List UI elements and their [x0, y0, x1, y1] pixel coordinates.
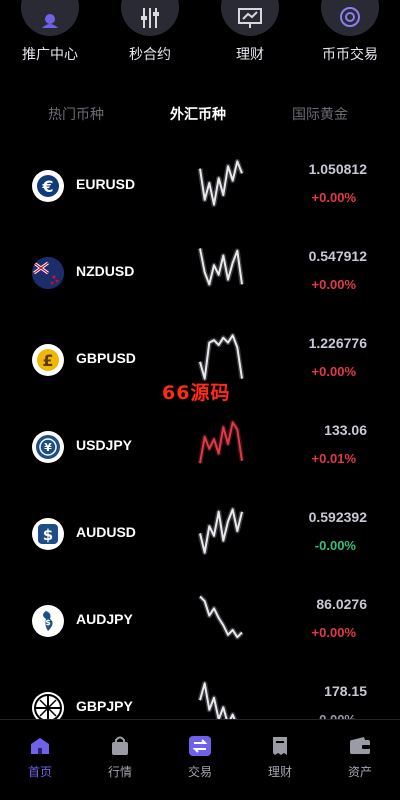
- market-symbol: AUDJPY: [76, 611, 133, 627]
- nav-home[interactable]: 首页: [0, 736, 80, 780]
- market-change: -0.00%: [314, 538, 356, 553]
- quick-menu: 推广中心 秒合约 理财 币币交易: [0, 0, 400, 90]
- quick-item-finance[interactable]: 理财: [210, 0, 290, 64]
- market-bag-icon: [109, 736, 131, 756]
- tab-gold[interactable]: 国际黄金: [292, 104, 348, 124]
- market-price: 0.592392: [308, 509, 367, 525]
- nav-label: 交易: [187, 765, 212, 779]
- nav-label: 首页: [27, 765, 52, 779]
- svg-text:€: €: [41, 177, 53, 196]
- nav-finance[interactable]: 理财: [240, 736, 320, 780]
- receipt-icon: [269, 736, 291, 756]
- aud-jpy-icon: $: [32, 605, 64, 637]
- nz-flag-icon: [32, 257, 64, 289]
- nav-label: 理财: [267, 765, 292, 779]
- market-price: 1.226776: [308, 335, 367, 351]
- svg-text:£: £: [42, 351, 53, 370]
- tab-forex[interactable]: 外汇币种: [170, 104, 226, 124]
- quick-label: 推广中心: [22, 47, 78, 63]
- market-symbol: GBPJPY: [76, 698, 133, 714]
- market-symbol: NZDUSD: [76, 263, 135, 279]
- market-change: +0.00%: [311, 364, 356, 379]
- euro-icon: €: [32, 170, 64, 202]
- quick-label: 理财: [236, 47, 264, 63]
- market-change: +0.01%: [311, 451, 356, 466]
- svg-text:$: $: [45, 618, 51, 627]
- quick-label: 币币交易: [322, 47, 378, 63]
- nav-trade[interactable]: 交易: [160, 736, 240, 780]
- market-price: 178.15: [324, 683, 367, 699]
- market-row-audusd[interactable]: $ AUDUSD 0.592392 -0.00%: [0, 503, 400, 591]
- trend-sparkline: [197, 506, 245, 556]
- promotion-icon: [21, 0, 79, 36]
- nav-market[interactable]: 行情: [80, 736, 160, 780]
- coin-exchange-icon: [321, 0, 379, 36]
- market-change: +0.00%: [311, 625, 356, 640]
- quick-item-exchange[interactable]: 币币交易: [310, 0, 390, 64]
- market-row-usdjpy[interactable]: ¥ USDJPY 133.06 +0.01%: [0, 416, 400, 504]
- trend-sparkline: [197, 158, 245, 208]
- market-change: +0.00%: [311, 190, 356, 205]
- trend-sparkline: [197, 247, 245, 287]
- watermark-text: 66源码: [162, 382, 231, 404]
- quick-label: 秒合约: [129, 47, 171, 63]
- trade-swap-icon: [189, 736, 211, 756]
- svg-text:¥: ¥: [44, 441, 52, 454]
- sparkline-glow: [198, 594, 244, 640]
- svg-text:$: $: [43, 526, 53, 544]
- finance-chart-icon: [221, 0, 279, 36]
- nav-assets[interactable]: 资产: [320, 736, 400, 780]
- sparkline-line: [199, 248, 243, 286]
- tab-hot-coins[interactable]: 热门币种: [48, 104, 104, 124]
- dollar-icon: $: [32, 518, 64, 550]
- bottom-nav: 首页 行情 交易 理财 资产: [0, 719, 400, 800]
- trend-sparkline: [198, 594, 244, 640]
- quick-item-promotion[interactable]: 推广中心: [10, 0, 90, 64]
- nav-label: 资产: [347, 765, 372, 779]
- trend-sparkline: [197, 332, 245, 382]
- market-row-audjpy[interactable]: $ AUDJPY 86.0276 +0.00%: [0, 590, 400, 678]
- market-row-eurusd[interactable]: € EURUSD 1.050812 +0.00%: [0, 155, 400, 243]
- quick-item-contract[interactable]: 秒合约: [110, 0, 190, 64]
- market-symbol: EURUSD: [76, 176, 136, 192]
- market-change: +0.00%: [311, 277, 356, 292]
- home-icon: [29, 736, 51, 756]
- market-price: 0.547912: [308, 248, 367, 264]
- market-symbol: AUDUSD: [76, 524, 136, 540]
- nav-label: 行情: [107, 765, 132, 779]
- market-tabs: 热门币种 外汇币种 国际黄金: [0, 104, 400, 128]
- contract-icon: [121, 0, 179, 36]
- market-price: 1.050812: [308, 161, 367, 177]
- market-symbol: GBPUSD: [76, 350, 136, 366]
- market-row-nzdusd[interactable]: NZDUSD 0.547912 +0.00%: [0, 242, 400, 330]
- market-price: 133.06: [324, 422, 367, 438]
- trend-sparkline: [197, 419, 245, 464]
- wallet-icon: [349, 736, 371, 756]
- pound-icon: £: [32, 344, 64, 376]
- market-price: 86.0276: [316, 596, 367, 612]
- yen-icon: ¥: [32, 431, 64, 463]
- market-symbol: USDJPY: [76, 437, 133, 453]
